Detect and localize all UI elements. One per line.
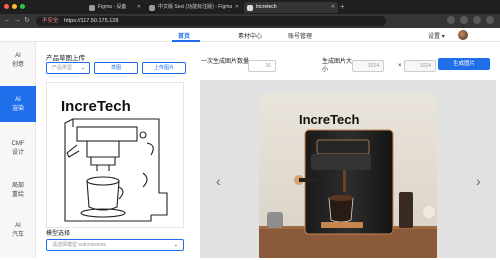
sidebar-item-label: 汽车 [11,232,24,238]
result-brand-text: IncreTech [299,112,360,127]
sketch-preview[interactable]: IncreTech [46,82,184,228]
nav-tab-assets[interactable]: 素材中心 [238,31,262,40]
prev-image-arrow-icon[interactable]: ‹ [216,174,221,188]
new-tab-icon[interactable]: + [340,2,345,12]
select-placeholder: 请选择模型 submissions [52,242,106,248]
sidebar-item-label: AI [15,223,21,229]
browser-tab-bar: Figma - 设备 ✕ 中文版 Sexi (功能标注版) - Figma ✕ … [0,0,500,14]
incretech-favicon-icon [247,5,253,11]
profile-icon[interactable] [473,16,481,24]
select-placeholder: 产品类型 [52,65,73,71]
browser-tab-incretech[interactable]: Incretech ✕ [244,2,338,13]
coffee-machine-sketch-image: IncreTech [61,98,168,222]
nav-tab-accounts[interactable]: 账号管理 [288,31,312,40]
chevron-down-icon: ⌄ [80,65,85,71]
maximize-window-button[interactable] [20,4,25,9]
sidebar-item-ai-render[interactable]: AI 渲染 [0,86,36,122]
window-controls [4,4,25,9]
sketch-brand-text: IncreTech [61,98,131,115]
image-count-label: 一次生成图片数量 [201,59,250,65]
security-warning-label: 不安全 [42,18,59,24]
browser-toolbar-icons [447,16,494,24]
settings-label: 设置 [428,34,441,40]
image-size-label: 生成图片大小 [322,59,353,73]
size-multiply-sign: × [398,63,402,69]
upload-panel: 产品草图上传 产品类型 ⌄ 草图 上传图片 IncreTech 模型选择 请选择… [36,42,192,258]
figma-favicon-icon [149,5,155,11]
upload-image-button[interactable]: 上传图片 [142,62,186,74]
close-tab-icon[interactable]: ✕ [331,2,335,13]
sidebar-item-label: 局部 [11,183,24,189]
sidebar-item-label: CMF [11,141,25,147]
avatar[interactable] [458,30,468,40]
sidebar-item-label: 设计 [11,150,24,156]
extension-icon[interactable] [447,16,455,24]
tab-title: Incretech [256,4,277,10]
url-text: https://117.50.175.128 [64,18,119,24]
close-tab-icon[interactable]: ✕ [235,2,239,13]
sidebar-item-label: 重绘 [11,192,24,198]
next-image-arrow-icon[interactable]: › [476,174,481,188]
settings-menu[interactable]: 设置 ▾ [428,31,445,40]
back-icon[interactable]: ← [4,16,11,26]
image-height-input[interactable]: 1024 [404,60,436,72]
sidebar-item-label: AI [15,97,21,103]
sidebar-item-inpaint[interactable]: 局部 重绘 [0,172,36,208]
sidebar-item-cmf-design[interactable]: CMF 设计 [0,130,36,166]
model-select-label: 模型选择 [46,231,71,237]
chevron-down-icon: ⌄ [173,242,178,248]
figma-favicon-icon [89,5,95,11]
product-type-select[interactable]: 产品类型 ⌄ [46,62,90,74]
reload-icon[interactable]: ↻ [24,16,30,26]
generate-image-button[interactable]: 生成图片 [438,58,490,70]
sketch-button[interactable]: 草图 [94,62,138,74]
model-select[interactable]: 请选择模型 submissions ⌄ [46,239,184,251]
coffee-machine-render-image: IncreTech [259,94,437,258]
sidebar: AI 创意 AI 渲染 CMF 设计 局部 重绘 AI 汽车 [0,42,36,258]
sidebar-item-label: 创意 [11,62,24,68]
browser-address-bar: ← → ↻ 不安全 https://117.50.175.128 [0,14,500,28]
sidebar-item-ai-creative[interactable]: AI 创意 [0,42,36,78]
menu-icon[interactable] [486,16,494,24]
sidebar-item-ai-car[interactable]: AI 汽车 [0,212,36,248]
close-window-button[interactable] [4,4,9,9]
chevron-down-icon: ▾ [441,34,445,40]
sidebar-item-label: AI [15,53,21,59]
image-count-input[interactable]: 16 [248,60,276,72]
url-input[interactable]: 不安全 https://117.50.175.128 [36,16,386,26]
close-tab-icon[interactable]: ✕ [137,2,141,13]
sidebar-item-label: 渲染 [11,106,24,112]
image-width-input[interactable]: 1024 [352,60,384,72]
forward-icon[interactable]: → [14,16,21,26]
app-header: 首页 素材中心 账号管理 设置 ▾ [0,28,500,42]
tab-title: Figma - 设备 [98,4,127,10]
nav-tab-home[interactable]: 首页 [178,31,190,40]
panel-title: 产品草图上传 [46,55,85,62]
browser-tab-figma-device[interactable]: Figma - 设备 ✕ [86,2,144,13]
browser-tab-figma-cn[interactable]: 中文版 Sexi (功能标注版) - Figma ✕ [146,2,242,13]
generated-result-image[interactable]: IncreTech [259,94,437,258]
minimize-window-button[interactable] [12,4,17,9]
tab-title: 中文版 Sexi (功能标注版) - Figma [158,4,233,10]
bookmark-icon[interactable] [460,16,468,24]
